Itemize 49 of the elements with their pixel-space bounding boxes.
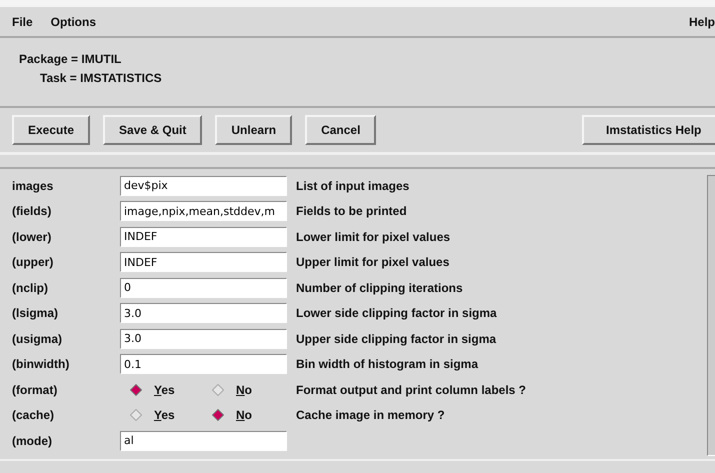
parameter-name: (lsigma)	[12, 305, 60, 322]
parameter-description: Cache image in memory ?	[296, 407, 445, 424]
action-button[interactable]: Execute	[12, 115, 90, 145]
parameter-field[interactable]: 0.1	[120, 354, 287, 374]
parameter-field[interactable]: INDEF	[120, 226, 287, 247]
parameter-field[interactable]: 3.0	[120, 303, 287, 324]
parameter-name: (binwidth)	[12, 356, 70, 374]
action-button[interactable]: Cancel	[305, 115, 376, 145]
parameter-description: Fields to be printed	[296, 203, 407, 220]
parameter-name: (mode)	[12, 432, 53, 450]
package-label: Package = IMUTIL	[19, 51, 122, 68]
parameter-description: Format output and print column labels ?	[296, 382, 526, 399]
parameter-description: Lower side clipping factor in sigma	[296, 305, 497, 322]
parameter-name: (nclip)	[12, 280, 49, 297]
parameter-description: Bin width of histogram in sigma	[296, 356, 478, 374]
parameter-field[interactable]: dev$pix	[120, 176, 287, 196]
menu-item[interactable]: Options	[50, 12, 96, 30]
parameter-description: Number of clipping iterations	[296, 280, 463, 297]
radio-button[interactable]	[130, 384, 142, 396]
parameter-name: (usigma)	[12, 330, 64, 348]
radio-label[interactable]: Yes	[154, 380, 175, 399]
parameter-field[interactable]: INDEF	[120, 252, 287, 272]
action-button[interactable]: Unlearn	[215, 115, 292, 145]
radio-label[interactable]: Yes	[154, 406, 175, 424]
help-button[interactable]: Imstatistics Help	[582, 115, 715, 145]
parameter-description: Upper side clipping factor in sigma	[296, 330, 496, 348]
parameter-name: (cache)	[12, 407, 56, 424]
radio-button[interactable]	[130, 409, 142, 422]
menu-item[interactable]: Help	[688, 12, 715, 30]
parameter-name: (upper)	[12, 254, 54, 272]
task-label: Task = IMSTATISTICS	[40, 71, 162, 85]
radio-label[interactable]: No	[236, 380, 252, 399]
parameter-field[interactable]: 3.0	[120, 328, 287, 349]
parameter-field[interactable]: 0	[120, 278, 287, 298]
parameter-name: (fields)	[12, 203, 52, 220]
parameter-name: (lower)	[12, 228, 52, 246]
action-button[interactable]: Save & Quit	[103, 115, 202, 145]
parameter-name: (format)	[12, 382, 58, 399]
menu-item[interactable]: File	[12, 12, 33, 30]
radio-label[interactable]: No	[236, 406, 252, 424]
radio-button[interactable]	[212, 384, 224, 396]
parameter-name: images	[12, 178, 54, 195]
parameter-description: List of input images	[296, 178, 410, 195]
parameter-field[interactable]: al	[120, 430, 287, 451]
parameter-description: Upper limit for pixel values	[296, 254, 450, 272]
radio-button[interactable]	[212, 409, 224, 422]
parameter-field[interactable]: image,npix,mean,stddev,m	[120, 201, 287, 222]
scrollbar[interactable]	[707, 175, 715, 456]
parameter-description: Lower limit for pixel values	[296, 228, 450, 246]
